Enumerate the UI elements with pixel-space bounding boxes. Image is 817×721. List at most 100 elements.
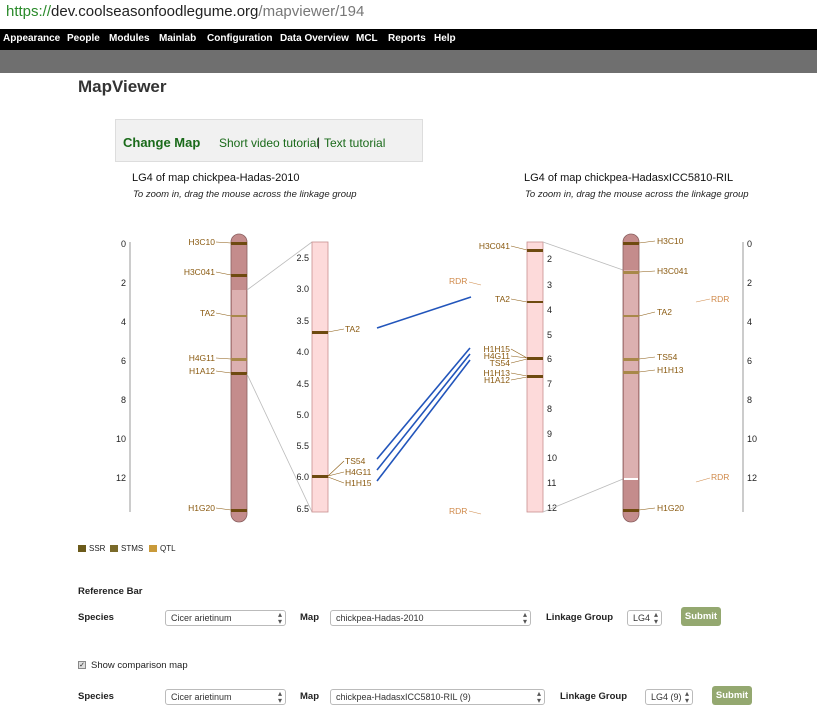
left-chromosome[interactable] xyxy=(230,233,248,523)
correspondence-lines xyxy=(376,296,472,482)
marker-band xyxy=(623,315,639,317)
right-qtl-labels-outer: RDR RDR xyxy=(695,294,729,483)
zoom-tick: 4.5 xyxy=(296,379,309,389)
legend-label: SSR xyxy=(89,544,106,553)
marker-band xyxy=(527,375,543,378)
comparison-submit-button[interactable]: Submit xyxy=(712,686,752,705)
marker-label: H3C10 xyxy=(189,237,216,247)
marker-band xyxy=(231,509,247,512)
marker-label: TS54 xyxy=(345,456,366,466)
zoom-tick: 5 xyxy=(547,330,552,340)
zoom-connector xyxy=(246,241,313,291)
linkage-group-select-value: LG4 xyxy=(633,613,651,623)
marker-label: H1H13 xyxy=(657,365,684,375)
species-select[interactable]: Cicer arietinum ▴ ▾ xyxy=(165,610,286,626)
stms-swatch xyxy=(110,545,118,552)
legend-label: STMS xyxy=(121,544,144,553)
marker-band xyxy=(231,242,247,245)
right-chromosome[interactable] xyxy=(622,233,640,523)
left-scale-tick: 0 xyxy=(121,239,126,249)
reference-bar-heading: Reference Bar xyxy=(78,586,143,597)
map-label: Map xyxy=(300,612,319,623)
marker-band xyxy=(623,358,639,361)
zoom-tick: 6 xyxy=(547,354,552,364)
marker-label: TA2 xyxy=(657,307,672,317)
select-arrows-icon: ▴ ▾ xyxy=(536,689,541,705)
comparison-map-value: chickpea-HadasxICC5810-RIL (9) xyxy=(336,692,471,702)
marker-label: H1H15 xyxy=(345,478,372,488)
marker-label: H3C10 xyxy=(657,236,684,246)
marker-band xyxy=(231,274,247,277)
zoom-tick: 2 xyxy=(547,254,552,264)
zoom-connector xyxy=(542,241,624,271)
marker-label: H4G11 xyxy=(189,353,216,363)
marker-band xyxy=(527,249,543,252)
zoom-tick: 4 xyxy=(547,305,552,315)
zoom-tick: 4.0 xyxy=(296,347,309,357)
zoom-tick: 3.5 xyxy=(296,316,309,326)
qtl-label: RDR xyxy=(711,472,729,482)
marker-label: H1A12 xyxy=(484,375,510,385)
select-arrows-icon: ▴ ▾ xyxy=(277,610,282,626)
zoom-tick: 2.5 xyxy=(296,253,309,263)
left-scale-tick: 10 xyxy=(116,434,126,444)
left-scale: 0 2 4 6 8 10 12 xyxy=(116,239,131,512)
legend-qtl: QTL xyxy=(149,544,176,553)
zoom-tick: 5.5 xyxy=(296,441,309,451)
right-scale-tick: 0 xyxy=(747,239,752,249)
species-select-value: Cicer arietinum xyxy=(171,613,232,623)
marker-label: H3C041 xyxy=(657,266,688,276)
marker-label: TA2 xyxy=(345,324,360,334)
comparison-linkage-group-value: LG4 (9) xyxy=(651,692,682,702)
legend-stms: STMS xyxy=(110,544,143,553)
qtl-label: RDR xyxy=(449,506,467,516)
map-select[interactable]: chickpea-Hadas-2010 ▴ ▾ xyxy=(330,610,531,626)
zoom-tick: 3 xyxy=(547,280,552,290)
zoom-tick: 11 xyxy=(547,478,556,488)
right-zoom-labels: H3C041 TA2 H1H15 H4G11 TS54 H1H13 H1A12 xyxy=(479,241,528,385)
show-comparison-label: Show comparison map xyxy=(91,660,188,671)
show-comparison-checkbox[interactable]: ✓ xyxy=(78,661,86,669)
comparison-linkage-group-select[interactable]: LG4 (9) ▴ ▾ xyxy=(645,689,693,705)
marker-band xyxy=(312,475,328,478)
marker-band xyxy=(231,372,247,375)
marker-band xyxy=(231,358,247,361)
marker-band xyxy=(527,357,543,360)
marker-band xyxy=(312,331,328,334)
legend-ssr: SSR xyxy=(78,544,105,553)
left-scale-tick: 2 xyxy=(121,278,126,288)
select-arrows-icon: ▴ ▾ xyxy=(522,610,527,626)
left-marker-labels: H3C10 H3C041 TA2 H4G11 H1A12 H1G20 xyxy=(184,237,232,513)
comparison-species-select[interactable]: Cicer arietinum ▴ ▾ xyxy=(165,689,286,705)
marker-label: H3C041 xyxy=(184,267,215,277)
marker-label: H3C041 xyxy=(479,241,510,251)
marker-label: TA2 xyxy=(495,294,510,304)
comparison-map-select[interactable]: chickpea-HadasxICC5810-RIL (9) ▴ ▾ xyxy=(330,689,545,705)
linkage-group-select[interactable]: LG4 ▴ ▾ xyxy=(627,610,662,626)
submit-button[interactable]: Submit xyxy=(681,607,721,626)
select-arrows-icon: ▴ ▾ xyxy=(277,689,282,705)
legend-label: QTL xyxy=(160,544,176,553)
right-scale-tick: 10 xyxy=(747,434,757,444)
comparison-linkage-group-label: Linkage Group xyxy=(560,691,628,702)
right-qtl-labels-inner: RDR RDR xyxy=(449,276,482,516)
species-label: Species xyxy=(78,612,114,623)
comparison-map-label: Map xyxy=(300,691,319,702)
selection-edge xyxy=(624,478,638,480)
zoom-tick: 10 xyxy=(547,453,557,463)
zoom-tick: 3.0 xyxy=(296,284,309,294)
marker-band xyxy=(623,509,639,512)
right-scale: 0 2 4 6 8 10 12 xyxy=(742,239,757,512)
zoom-tick: 7 xyxy=(547,379,552,389)
left-zoom-bar[interactable] xyxy=(311,241,329,513)
marker-label: TS54 xyxy=(490,358,511,368)
zoom-tick: 5.0 xyxy=(296,410,309,420)
select-arrows-icon: ▴ ▾ xyxy=(653,610,658,626)
zoom-tick: 6.0 xyxy=(296,472,309,482)
left-scale-tick: 4 xyxy=(121,317,126,327)
right-scale-tick: 4 xyxy=(747,317,752,327)
qtl-label: RDR xyxy=(449,276,467,286)
marker-label: H1G20 xyxy=(188,503,215,513)
marker-label: H1G20 xyxy=(657,503,684,513)
right-zoom-bar[interactable] xyxy=(526,241,544,513)
